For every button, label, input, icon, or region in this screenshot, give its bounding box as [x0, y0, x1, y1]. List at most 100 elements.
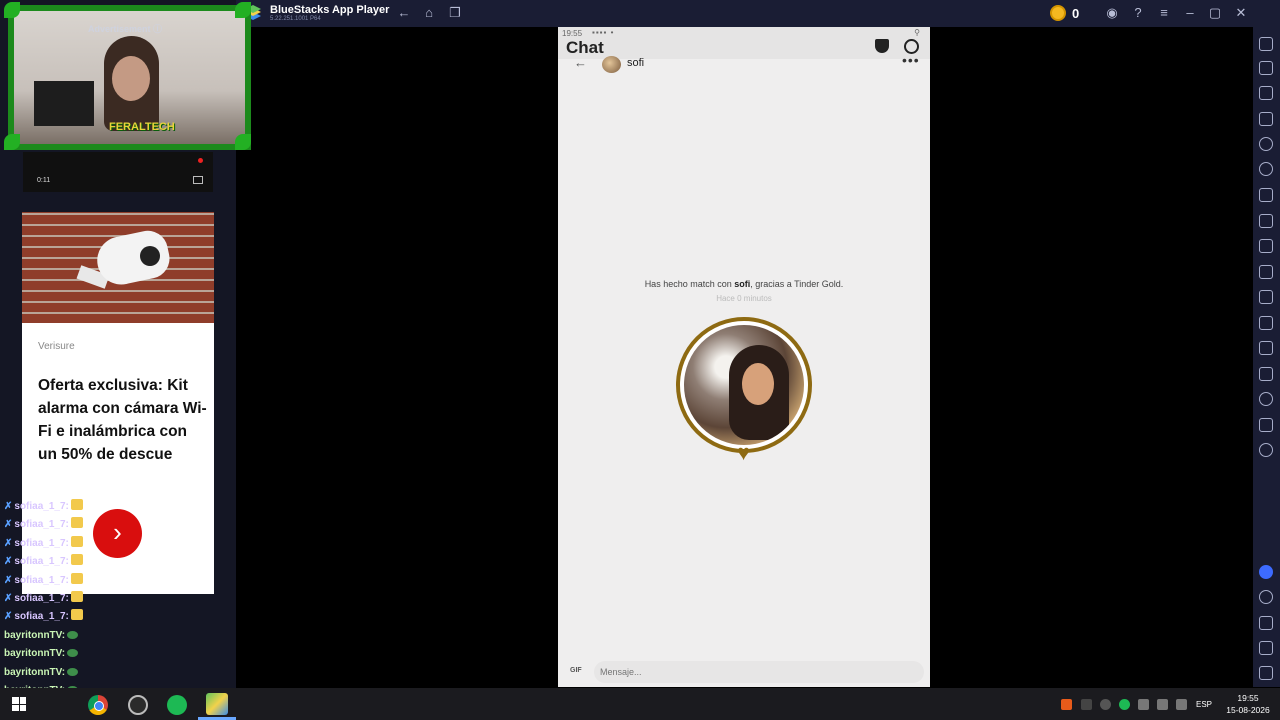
live-dot-icon: [198, 158, 203, 163]
chat-line: bayritonnTV:: [4, 645, 234, 663]
home-icon[interactable]: ⌂: [420, 4, 438, 22]
pin-icon: ✗: [4, 592, 13, 604]
chat-username[interactable]: sofiaa_1_7:: [14, 611, 68, 622]
media-icon[interactable]: [1259, 86, 1273, 100]
eco-mode-icon[interactable]: [1259, 316, 1273, 330]
status-time: 19:55: [562, 29, 583, 38]
rotate-icon[interactable]: [1259, 162, 1273, 176]
shield-icon[interactable]: [875, 39, 889, 53]
back-icon[interactable]: ←: [395, 4, 413, 22]
keyboard-icon[interactable]: [1259, 112, 1273, 126]
chat-username[interactable]: sofiaa_1_7:: [14, 501, 68, 512]
ad-brand: Verisure: [38, 341, 75, 352]
tray-spotify-icon[interactable]: [1119, 699, 1130, 710]
pin-icon: ✗: [4, 537, 13, 549]
settings-icon[interactable]: [1259, 590, 1273, 604]
chrome-icon[interactable]: [88, 695, 108, 715]
language-indicator[interactable]: ESP: [1196, 700, 1212, 709]
message-composer: GIF: [558, 657, 930, 687]
volume-icon[interactable]: [1259, 61, 1273, 75]
obs-icon[interactable]: [128, 695, 148, 715]
tray-network-icon[interactable]: [1138, 699, 1149, 710]
back-arrow-icon[interactable]: ←: [574, 55, 587, 70]
android-back-icon[interactable]: [1259, 616, 1273, 630]
spotify-icon[interactable]: [167, 695, 187, 715]
chat-username[interactable]: bayritonnTV:: [4, 648, 65, 659]
emote-icon: [67, 630, 79, 639]
screen: BlueStacks App Player 5.22.251.1001 P64 …: [0, 0, 1280, 720]
chat-username[interactable]: sofiaa_1_7:: [14, 575, 68, 586]
tray-download-icon[interactable]: [1081, 699, 1092, 710]
pin-icon: ✗: [4, 501, 13, 512]
clock-time: 19:55: [1237, 693, 1259, 703]
match-text-prefix: Has hecho match con: [644, 279, 735, 289]
android-recents-icon[interactable]: [1259, 666, 1273, 680]
chat-line: ✗ sofiaa_1_7:: [4, 535, 234, 553]
gold-heart-icon: ♥: [737, 440, 751, 465]
macro-icon[interactable]: [1259, 137, 1273, 151]
chat-username[interactable]: sofiaa_1_7:: [14, 593, 68, 604]
tray-app-icon[interactable]: [1061, 699, 1072, 710]
fps-icon[interactable]: [1259, 214, 1273, 228]
shake-icon[interactable]: [1259, 367, 1273, 381]
emote-icon: [67, 649, 79, 658]
more-icon[interactable]: •••: [902, 52, 920, 68]
pin-icon: ✗: [4, 556, 13, 568]
chat-line: bayritonnTV:: [4, 627, 234, 645]
emote-icon: [70, 572, 83, 584]
account-icon[interactable]: ◉: [1103, 4, 1121, 22]
record-icon[interactable]: [1259, 265, 1273, 279]
maximize-icon[interactable]: ▢: [1206, 4, 1224, 22]
status-bar: 19:55 ▪▪▪▪ • ⚲: [558, 27, 930, 39]
bluestacks-taskbar-icon[interactable]: [206, 693, 228, 715]
chat-username[interactable]: bayritonnTV:: [4, 667, 65, 678]
windows-taskbar: ESP 19:55 15-08-2026: [0, 688, 1280, 720]
video-time: 0:11: [37, 177, 51, 184]
tray-volume-icon[interactable]: [1157, 699, 1168, 710]
match-photo[interactable]: [676, 317, 812, 453]
screenshot-icon[interactable]: [1259, 239, 1273, 253]
tray-mic-icon[interactable]: [1176, 699, 1187, 710]
help-icon[interactable]: ?: [1129, 4, 1147, 22]
location-icon[interactable]: [1259, 392, 1273, 406]
emote-icon: [70, 535, 83, 547]
sync-icon[interactable]: [1259, 443, 1273, 457]
chat-username[interactable]: bayritonnTV:: [4, 630, 65, 641]
tray-obs-icon[interactable]: [1100, 699, 1111, 710]
minimize-icon[interactable]: –: [1181, 4, 1199, 22]
bluestacks-sidebar: [1253, 27, 1280, 687]
assistant-icon[interactable]: [1259, 565, 1273, 579]
close-icon[interactable]: ✕: [1232, 4, 1250, 22]
match-name[interactable]: sofi: [627, 57, 644, 69]
chat-username[interactable]: sofiaa_1_7:: [14, 538, 68, 549]
desk-image: [34, 81, 94, 126]
game-controls-icon[interactable]: [1259, 188, 1273, 202]
mute-icon[interactable]: [193, 176, 203, 184]
message-input[interactable]: [594, 661, 924, 683]
match-message: Has hecho match con sofi, gracias a Tind…: [558, 279, 930, 289]
avatar[interactable]: [602, 56, 621, 73]
chat-username[interactable]: sofiaa_1_7:: [14, 519, 68, 530]
layers-icon[interactable]: [1259, 418, 1273, 432]
notification-icons: ▪▪▪▪ •: [592, 28, 615, 37]
android-home-icon[interactable]: [1259, 641, 1273, 655]
gif-button[interactable]: GIF: [570, 667, 582, 674]
multitask-icon[interactable]: ❐: [446, 4, 464, 22]
android-screen: Chat 19:55 ▪▪▪▪ • ⚲ ← sofi ••• Has hecho…: [558, 27, 930, 687]
ad-video-player[interactable]: 0:11: [23, 152, 213, 192]
pin-icon: ✗: [4, 611, 13, 623]
expand-icon[interactable]: [1259, 37, 1273, 51]
emote-icon: [67, 667, 79, 676]
chat-line: ✗ sofiaa_1_7:: [4, 590, 234, 608]
folder-icon[interactable]: [1259, 290, 1273, 304]
webcam-feed: FERALTECH Advertisement ⓘ: [8, 5, 251, 150]
coin-icon[interactable]: [1050, 5, 1066, 21]
clock[interactable]: 19:55 15-08-2026: [1226, 692, 1270, 716]
stream-chat: ✗ sofiaa_1_7: ✗ sofiaa_1_7: ✗ sofiaa_1_7: ✗ sof…: [4, 498, 234, 719]
chat-username[interactable]: sofiaa_1_7:: [14, 556, 68, 567]
windows-start-icon[interactable]: [12, 697, 26, 711]
menu-icon[interactable]: ≡: [1155, 4, 1173, 22]
emote-icon: [70, 609, 83, 621]
multi-instance-icon[interactable]: [1259, 341, 1273, 355]
chat-line: ✗ sofiaa_1_7:: [4, 572, 234, 590]
